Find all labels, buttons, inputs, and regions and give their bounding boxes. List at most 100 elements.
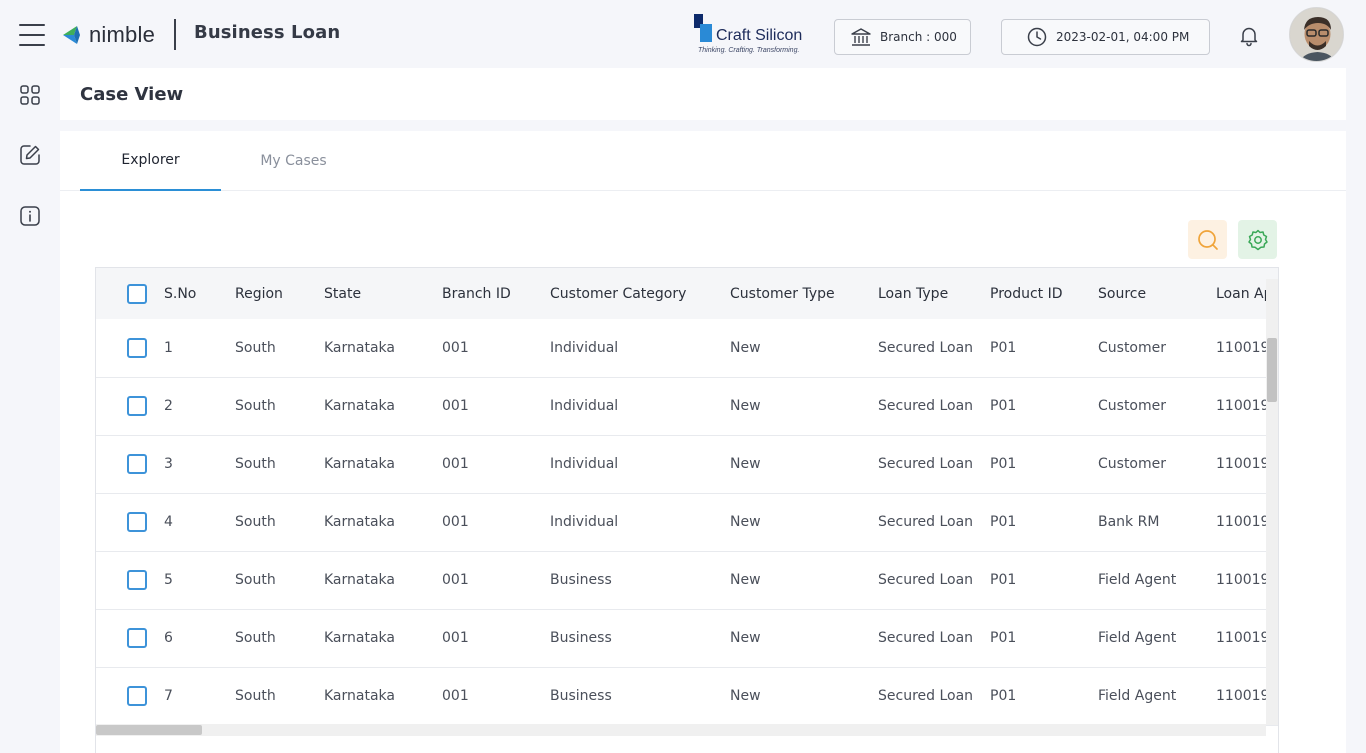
table-row[interactable]: 4 South Karnataka 001 Individual New Sec… [96,493,1278,551]
cell-state: Karnataka [324,572,395,588]
craft-silicon-logo: Craft Silicon Thinking. Crafting. Transf… [694,14,806,58]
column-header-customer-category[interactable]: Customer Category [550,268,730,319]
cell-state: Karnataka [324,630,395,646]
cell-customer-category: Individual [550,456,619,472]
cell-customer-category: Individual [550,339,619,356]
table-row[interactable]: 2 South Karnataka 001 Individual New Sec… [96,377,1278,435]
cell-customer-type: New [730,398,761,414]
cell-source: Field Agent [1098,572,1177,588]
brand-name: nimble [89,22,156,47]
cell-sno: 1 [164,339,173,356]
clock-icon [1027,27,1047,47]
cell-loan-type: Secured Loan [878,456,974,472]
edit-icon[interactable] [18,143,42,167]
cell-product-id: P01 [990,339,1017,356]
cell-sno: 5 [164,572,173,588]
row-checkbox[interactable] [127,570,147,590]
cell-state: Karnataka [324,514,395,530]
cell-product-id: P01 [990,398,1017,414]
select-all-checkbox[interactable] [127,283,147,304]
cell-state: Karnataka [324,339,395,356]
table-row[interactable]: 1 South Karnataka 001 Individual New Sec… [96,319,1278,377]
cell-source: Bank RM [1098,514,1160,530]
column-header-loan-type[interactable]: Loan Type [878,268,990,319]
cell-loan-type: Secured Loan [878,339,974,356]
page-header: Case View [60,68,1346,120]
row-checkbox[interactable] [127,337,147,358]
cell-branch-id: 001 [442,339,469,356]
cell-product-id: P01 [990,572,1017,588]
nimble-logo: nimble [60,19,155,51]
row-checkbox[interactable] [127,396,147,416]
nimble-logo-mark [63,26,80,44]
branch-label: Branch : 000 [880,30,957,44]
cell-branch-id: 001 [442,456,469,472]
cell-customer-category: Individual [550,514,619,530]
cell-source: Customer [1098,456,1167,472]
cell-branch-id: 001 [442,630,469,646]
menu-icon[interactable] [19,24,45,46]
case-view-card: Explorer My Cases S.No Region State Bran… [60,131,1346,753]
search-icon [1197,229,1218,250]
column-header-customer-type[interactable]: Customer Type [730,268,878,319]
row-checkbox[interactable] [127,686,147,706]
title-divider [174,19,176,50]
cell-customer-type: New [730,688,761,704]
datetime-display[interactable]: 2023-02-01, 04:00 PM [1001,19,1210,55]
table-row[interactable]: 3 South Karnataka 001 Individual New Sec… [96,435,1278,493]
cell-loan-type: Secured Loan [878,572,974,588]
cell-source: Field Agent [1098,688,1177,704]
column-header-branch-id[interactable]: Branch ID [442,268,550,319]
cell-customer-category: Business [550,572,612,588]
user-avatar[interactable] [1289,7,1344,62]
page-title: Case View [80,84,184,105]
table-row[interactable]: 6 South Karnataka 001 Business New Secur… [96,609,1278,667]
cell-product-id: P01 [990,514,1017,530]
cell-sno: 2 [164,398,173,414]
cell-region: South [235,456,276,472]
cell-region: South [235,339,276,356]
cell-customer-category: Individual [550,398,619,414]
tab-bar: Explorer My Cases [60,131,1346,191]
cell-customer-type: New [730,456,761,472]
cell-customer-category: Business [550,630,612,646]
cell-state: Karnataka [324,456,395,472]
cell-region: South [235,630,276,646]
column-header-source[interactable]: Source [1098,268,1216,319]
cell-region: South [235,514,276,530]
cell-loan-type: Secured Loan [878,630,974,646]
tab-explorer[interactable]: Explorer [80,131,221,191]
cell-sno: 4 [164,514,173,530]
app-title: Business Loan [194,22,341,43]
cell-product-id: P01 [990,630,1017,646]
column-header-state[interactable]: State [324,268,442,319]
cell-source: Customer [1098,398,1167,414]
cell-customer-type: New [730,339,761,356]
grid-icon[interactable] [18,83,42,107]
datetime-label: 2023-02-01, 04:00 PM [1056,30,1190,44]
tab-my-cases[interactable]: My Cases [223,131,364,191]
cell-region: South [235,572,276,588]
vertical-scrollbar-thumb[interactable] [1267,338,1277,402]
notification-bell-icon[interactable] [1237,24,1261,48]
cell-region: South [235,688,276,704]
table-row[interactable]: 5 South Karnataka 001 Business New Secur… [96,551,1278,609]
table-row[interactable]: 7 South Karnataka 001 Business New Secur… [96,667,1278,725]
settings-button[interactable] [1238,220,1277,259]
column-header-sno[interactable]: S.No [164,268,235,319]
search-button[interactable] [1188,220,1227,259]
cell-state: Karnataka [324,688,395,704]
cell-sno: 6 [164,630,173,646]
branch-selector[interactable]: Branch : 000 [834,19,971,55]
column-header-product-id[interactable]: Product ID [990,268,1098,319]
horizontal-scrollbar-thumb[interactable] [96,725,202,735]
row-checkbox[interactable] [127,454,147,474]
cell-customer-type: New [730,514,761,530]
row-checkbox[interactable] [127,512,147,532]
horizontal-scrollbar-track[interactable] [96,724,1266,736]
column-header-region[interactable]: Region [235,268,324,319]
row-checkbox[interactable] [127,628,147,648]
cell-branch-id: 001 [442,688,469,704]
info-icon[interactable] [18,204,42,228]
cell-branch-id: 001 [442,398,469,414]
